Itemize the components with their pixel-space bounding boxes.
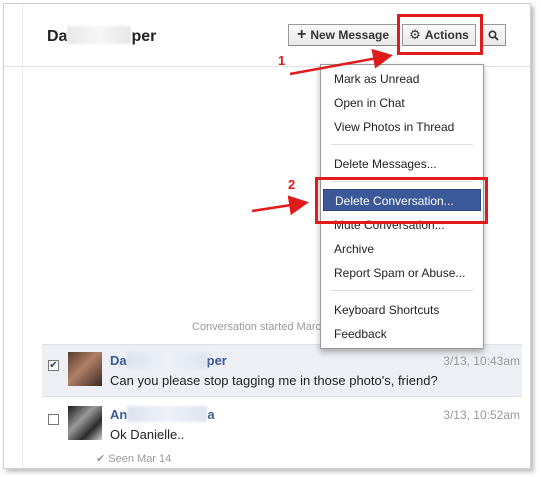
annotation-arrows — [251, 48, 393, 216]
message-thread-window: Da per + New Message ⚙ Actions Conversati… — [3, 3, 531, 469]
annotation-arrow-1 — [289, 48, 393, 76]
annotation-arrow-2 — [251, 195, 309, 216]
